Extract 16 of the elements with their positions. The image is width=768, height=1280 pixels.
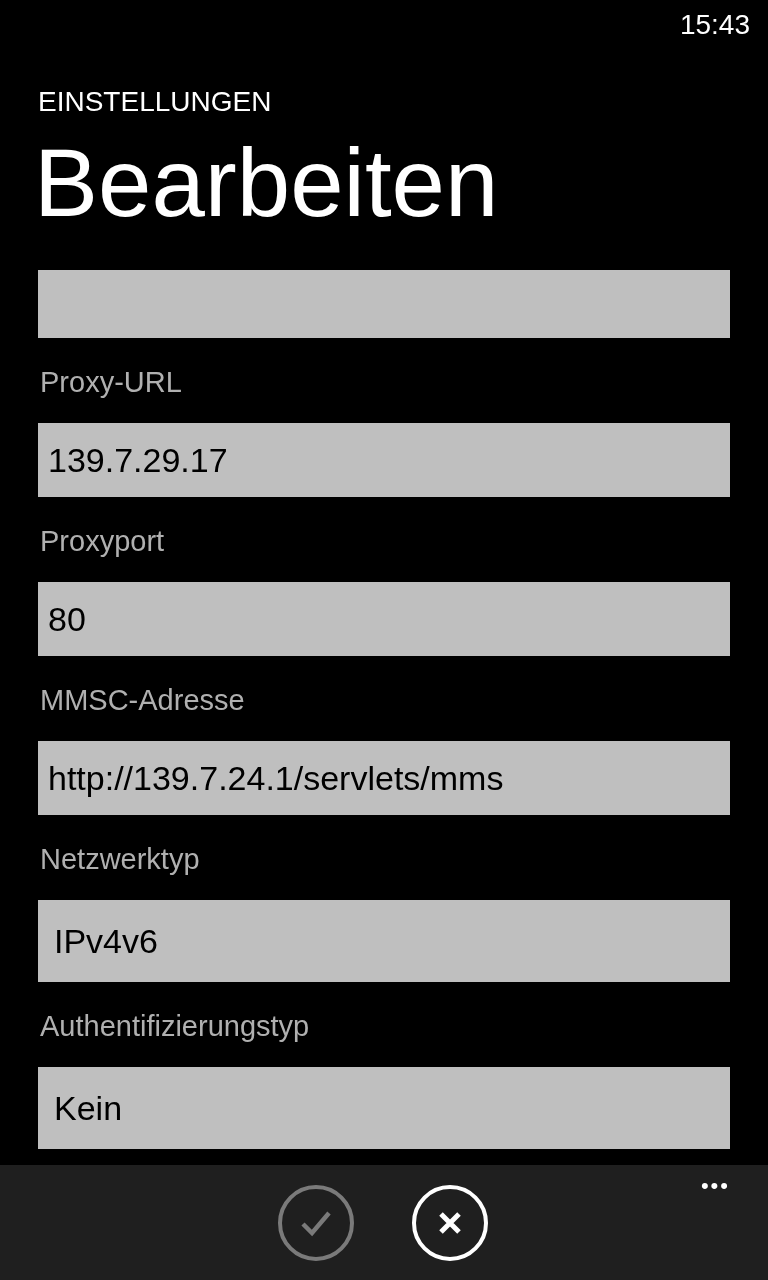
app-title: EINSTELLUNGEN bbox=[38, 86, 273, 118]
dropdown-field[interactable]: Kein bbox=[38, 1067, 730, 1149]
input-field[interactable]: http://139.7.24.1/servlets/mms bbox=[38, 741, 730, 815]
field-label: MMSC-Adresse bbox=[40, 683, 246, 718]
clock-time: 15:43 bbox=[679, 9, 750, 41]
field-label: Netzwerktyp bbox=[40, 842, 201, 877]
input-field[interactable] bbox=[38, 270, 730, 338]
input-field[interactable]: 80 bbox=[38, 582, 730, 656]
more-button[interactable]: ••• bbox=[700, 1173, 730, 1199]
cancel-button[interactable] bbox=[412, 1185, 488, 1261]
field-label: Proxyport bbox=[40, 524, 166, 559]
input-field[interactable]: 139.7.29.17 bbox=[38, 423, 730, 497]
field-label: Proxy-URL bbox=[40, 365, 183, 400]
dropdown-field[interactable]: IPv4v6 bbox=[38, 900, 730, 982]
page-title: Bearbeiten bbox=[34, 128, 500, 238]
field-label: Authentifizierungstyp bbox=[40, 1009, 311, 1044]
